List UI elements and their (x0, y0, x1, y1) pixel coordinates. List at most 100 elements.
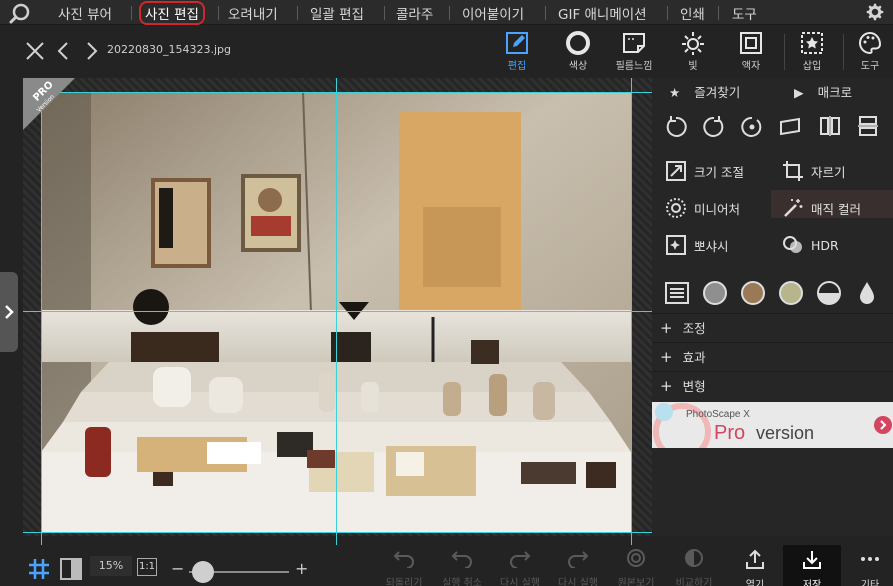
tab-edit[interactable]: 편집 (491, 30, 543, 72)
menu-tools[interactable]: 도구 (732, 3, 757, 23)
zoom-in-button[interactable]: + (295, 559, 308, 578)
menu-combine[interactable]: 이어붙이기 (462, 3, 524, 23)
main-menu-bar: 사진 뷰어 사진 편집 오려내기 일괄 편집 콜라주 이어붙이기 GIF 애니메… (0, 0, 893, 25)
filter-sepia-icon[interactable] (740, 280, 766, 306)
crop-button[interactable]: 자르기 (782, 156, 846, 186)
left-panel-toggle[interactable] (0, 272, 18, 352)
menu-print[interactable]: 인쇄 (680, 3, 705, 23)
undo-all-icon (451, 551, 472, 569)
zoom-level[interactable]: 15% (90, 556, 132, 576)
compare-icon (685, 549, 703, 567)
filter-vintage-icon[interactable] (778, 280, 804, 306)
close-icon[interactable] (24, 40, 46, 62)
grid-toggle-icon[interactable] (28, 558, 50, 580)
rotate-right-icon[interactable] (702, 114, 726, 138)
tab-color[interactable]: 색상 (552, 30, 604, 72)
insert-star-icon (801, 32, 823, 54)
undo-label: 되돌리기 (385, 578, 423, 586)
bloom-button[interactable]: 뽀샤시 (665, 230, 729, 260)
zoom-out-button[interactable]: − (171, 559, 184, 578)
actual-size-button[interactable]: 1:1 (137, 558, 157, 576)
settings-gear-icon[interactable] (864, 1, 886, 23)
hdr-label: HDR (811, 237, 839, 253)
menu-photo-viewer[interactable]: 사진 뷰어 (58, 3, 112, 23)
guide-vertical-center (336, 78, 337, 546)
film-icon (623, 33, 645, 53)
tab-tools-label: 도구 (860, 61, 880, 72)
guide-vertical-left (41, 78, 42, 546)
miniature-button[interactable]: 미니어처 (665, 193, 740, 223)
palette-icon (859, 31, 882, 55)
rotate-left-icon[interactable] (664, 114, 688, 138)
guide-horizontal-bottom (23, 532, 652, 533)
view-original-icon (627, 549, 645, 567)
magic-wand-icon (784, 199, 803, 217)
pro-version-badge: PRO Version (23, 78, 75, 130)
undo-button[interactable]: 되돌리기 (379, 548, 429, 586)
menu-batch-edit[interactable]: 일괄 편집 (310, 3, 364, 23)
compare-button[interactable]: 비교하기 (669, 548, 719, 586)
frame-icon (740, 32, 762, 54)
photo-editor-window: 사진 뷰어 사진 편집 오려내기 일괄 편집 콜라주 이어붙이기 GIF 애니메… (0, 0, 893, 586)
tab-frame[interactable]: 액자 (725, 30, 777, 72)
color-circle-icon (566, 31, 590, 55)
tab-insert[interactable]: 삽입 (786, 30, 838, 72)
redo-icon (510, 551, 531, 569)
redo-all-button[interactable]: 다시 실행 ... (553, 548, 603, 586)
section-effects[interactable]: + 효과 (652, 342, 893, 370)
straighten-icon[interactable] (778, 114, 802, 138)
view-original-button[interactable]: 원본보기 (611, 548, 661, 586)
resize-button[interactable]: 크기 조절 (665, 156, 744, 186)
filter-drop-icon[interactable] (854, 280, 880, 306)
miniature-icon (666, 198, 686, 218)
edit-side-panel: ★ 즐겨찾기 ▶ 매크로 크기 조절 자르기 미니어처 매직 컬러 뽀샤시 HD… (652, 78, 893, 536)
redo-button[interactable]: 다시 실행 (495, 548, 545, 586)
promo-pro: Pro (714, 422, 745, 444)
flip-vertical-icon[interactable] (856, 114, 880, 138)
tab-light[interactable]: 빛 (667, 30, 719, 72)
filter-gray-icon[interactable] (702, 280, 728, 306)
more-button[interactable]: 기타 (842, 548, 893, 586)
save-button[interactable]: 저장 (784, 548, 840, 586)
rotate-free-icon[interactable] (740, 114, 764, 138)
flip-horizontal-icon[interactable] (818, 114, 842, 138)
tab-frame-label: 액자 (741, 61, 761, 72)
section-transform[interactable]: + 변형 (652, 371, 893, 399)
filter-menu-icon[interactable] (664, 280, 690, 306)
tab-film[interactable]: 필름느낌 (608, 30, 660, 72)
menu-photo-editor[interactable]: 사진 편집 (139, 1, 205, 25)
hdr-button[interactable]: HDR (782, 230, 839, 260)
section-effects-label: 효과 (682, 350, 706, 365)
filter-contrast-icon[interactable] (816, 280, 842, 306)
favorites-label: 즐겨찾기 (694, 85, 741, 100)
open-button[interactable]: 열기 (727, 548, 783, 586)
guide-horizontal-top (23, 92, 652, 93)
tab-edit-label: 편집 (507, 61, 527, 72)
pro-version-banner[interactable]: PhotoScape X Pro version (652, 402, 893, 448)
resize-label: 크기 조절 (694, 164, 744, 180)
miniature-label: 미니어처 (694, 201, 741, 217)
section-adjust[interactable]: + 조정 (652, 313, 893, 341)
next-image-icon[interactable] (80, 40, 102, 62)
save-download-icon (803, 551, 821, 569)
undo-all-button[interactable]: 실행 취소 (437, 548, 487, 586)
macro-button[interactable]: ▶ 매크로 (794, 82, 852, 101)
section-adjust-label: 조정 (682, 321, 706, 336)
promo-brand: PhotoScape X (686, 409, 750, 420)
guide-horizontal-middle (23, 311, 652, 312)
tab-color-label: 색상 (568, 61, 588, 72)
redo-all-label: 다시 실행 ... (558, 578, 598, 586)
chevron-right-icon (5, 305, 14, 319)
background-toggle-icon[interactable] (60, 558, 82, 580)
menu-cut-out[interactable]: 오려내기 (228, 3, 278, 23)
star-icon: ★ (669, 85, 681, 100)
menu-gif-animation[interactable]: GIF 애니메이션 (558, 3, 647, 23)
favorites-button[interactable]: ★ 즐겨찾기 (669, 82, 740, 101)
zoom-slider-handle[interactable] (192, 561, 214, 583)
magic-color-button[interactable]: 매직 컬러 (782, 193, 861, 223)
plus-icon: + (660, 318, 673, 337)
menu-collage[interactable]: 콜라주 (396, 3, 433, 23)
app-logo-icon[interactable] (8, 2, 32, 24)
tab-tools[interactable]: 도구 (844, 30, 893, 72)
previous-image-icon[interactable] (53, 40, 75, 62)
